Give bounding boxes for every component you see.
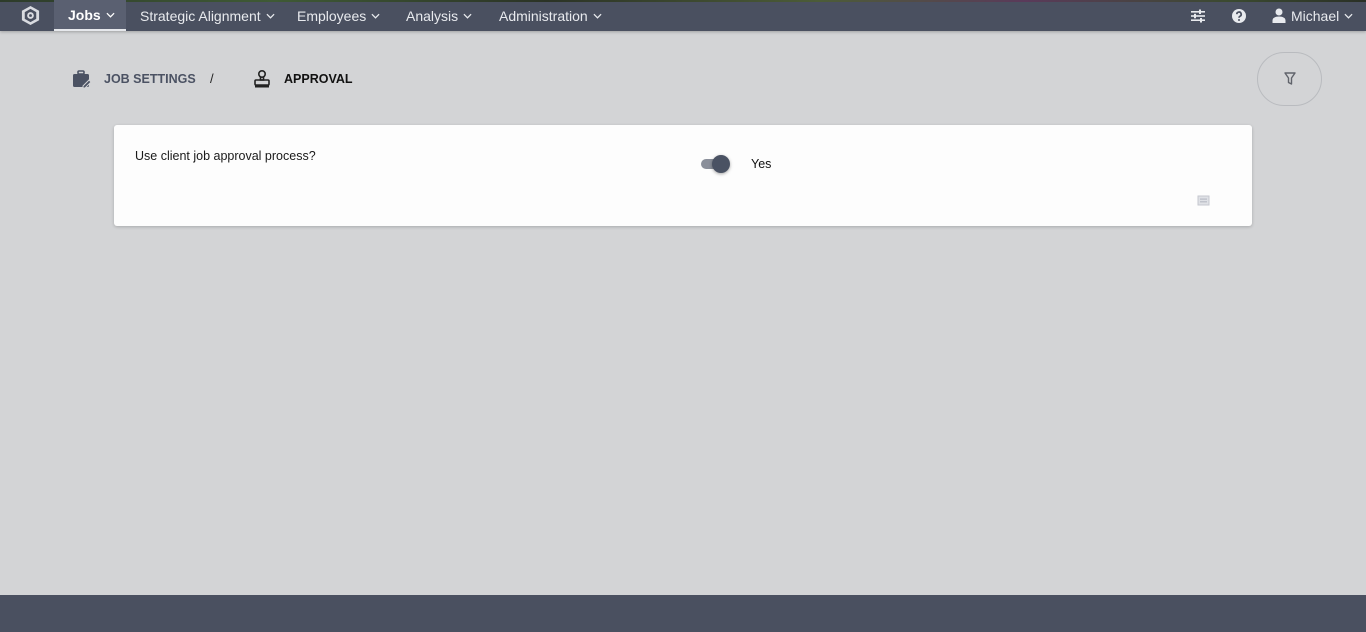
help-icon[interactable] (1231, 8, 1247, 24)
nav-strategic-alignment-label: Strategic Alignment (140, 7, 261, 24)
chevron-down-icon (463, 13, 472, 19)
breadcrumb-separator: / (210, 71, 214, 86)
stamp-icon (254, 69, 270, 88)
filter-icon (1283, 72, 1296, 85)
breadcrumb-job-settings[interactable]: JOB SETTINGS (72, 68, 196, 90)
toggle-label: Yes (751, 157, 772, 171)
breadcrumb-job-settings-label: JOB SETTINGS (104, 72, 196, 86)
user-icon (1272, 8, 1286, 23)
nav-strategic-alignment[interactable]: Strategic Alignment (140, 0, 275, 31)
filter-button[interactable] (1257, 52, 1322, 106)
breadcrumb-approval-label: APPROVAL (284, 72, 353, 86)
breadcrumb-approval: APPROVAL (252, 68, 353, 90)
footer-bar (0, 595, 1366, 632)
chevron-down-icon (266, 13, 275, 19)
top-navigation-bar: Jobs Strategic Alignment Employees Analy… (0, 0, 1366, 31)
settings-sliders-icon[interactable] (1190, 8, 1206, 24)
nav-analysis-label: Analysis (406, 7, 459, 24)
chevron-down-icon (1344, 13, 1353, 19)
approval-setting-card: Use client job approval process? Yes (114, 125, 1252, 226)
nav-administration-label: Administration (499, 7, 588, 24)
chevron-down-icon (371, 13, 380, 19)
nav-analysis[interactable]: Analysis (406, 0, 472, 31)
chevron-down-icon (593, 13, 602, 19)
approval-toggle[interactable] (700, 153, 732, 175)
toggle-thumb (712, 155, 730, 173)
nav-jobs[interactable]: Jobs (54, 0, 126, 31)
app-logo-icon[interactable] (20, 5, 41, 26)
setting-question: Use client job approval process? (135, 149, 316, 163)
user-menu[interactable]: Michael (1272, 0, 1353, 31)
nav-jobs-label: Jobs (68, 6, 101, 23)
nav-employees[interactable]: Employees (297, 0, 380, 31)
user-name: Michael (1291, 7, 1340, 24)
nav-administration[interactable]: Administration (499, 0, 602, 31)
chevron-down-icon (106, 12, 115, 18)
briefcase-edit-icon (73, 70, 92, 88)
comment-icon[interactable] (1197, 195, 1210, 206)
nav-employees-label: Employees (297, 7, 367, 24)
